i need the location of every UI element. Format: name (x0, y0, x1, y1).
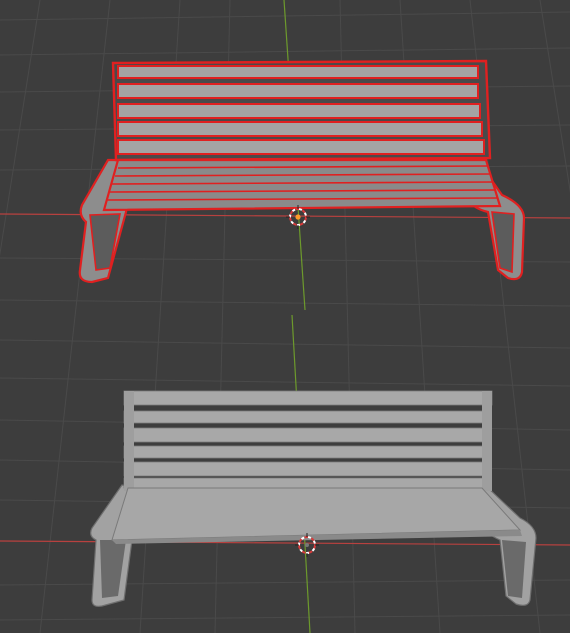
3d-viewport[interactable] (0, 0, 570, 633)
viewport-canvas[interactable] (0, 0, 570, 633)
object2-origin-dot (305, 543, 309, 547)
bench-selected[interactable] (78, 59, 526, 284)
x-axis-line-bottom (0, 540, 570, 546)
object-origin-dot (295, 214, 301, 220)
bench-unselected[interactable] (90, 390, 537, 607)
